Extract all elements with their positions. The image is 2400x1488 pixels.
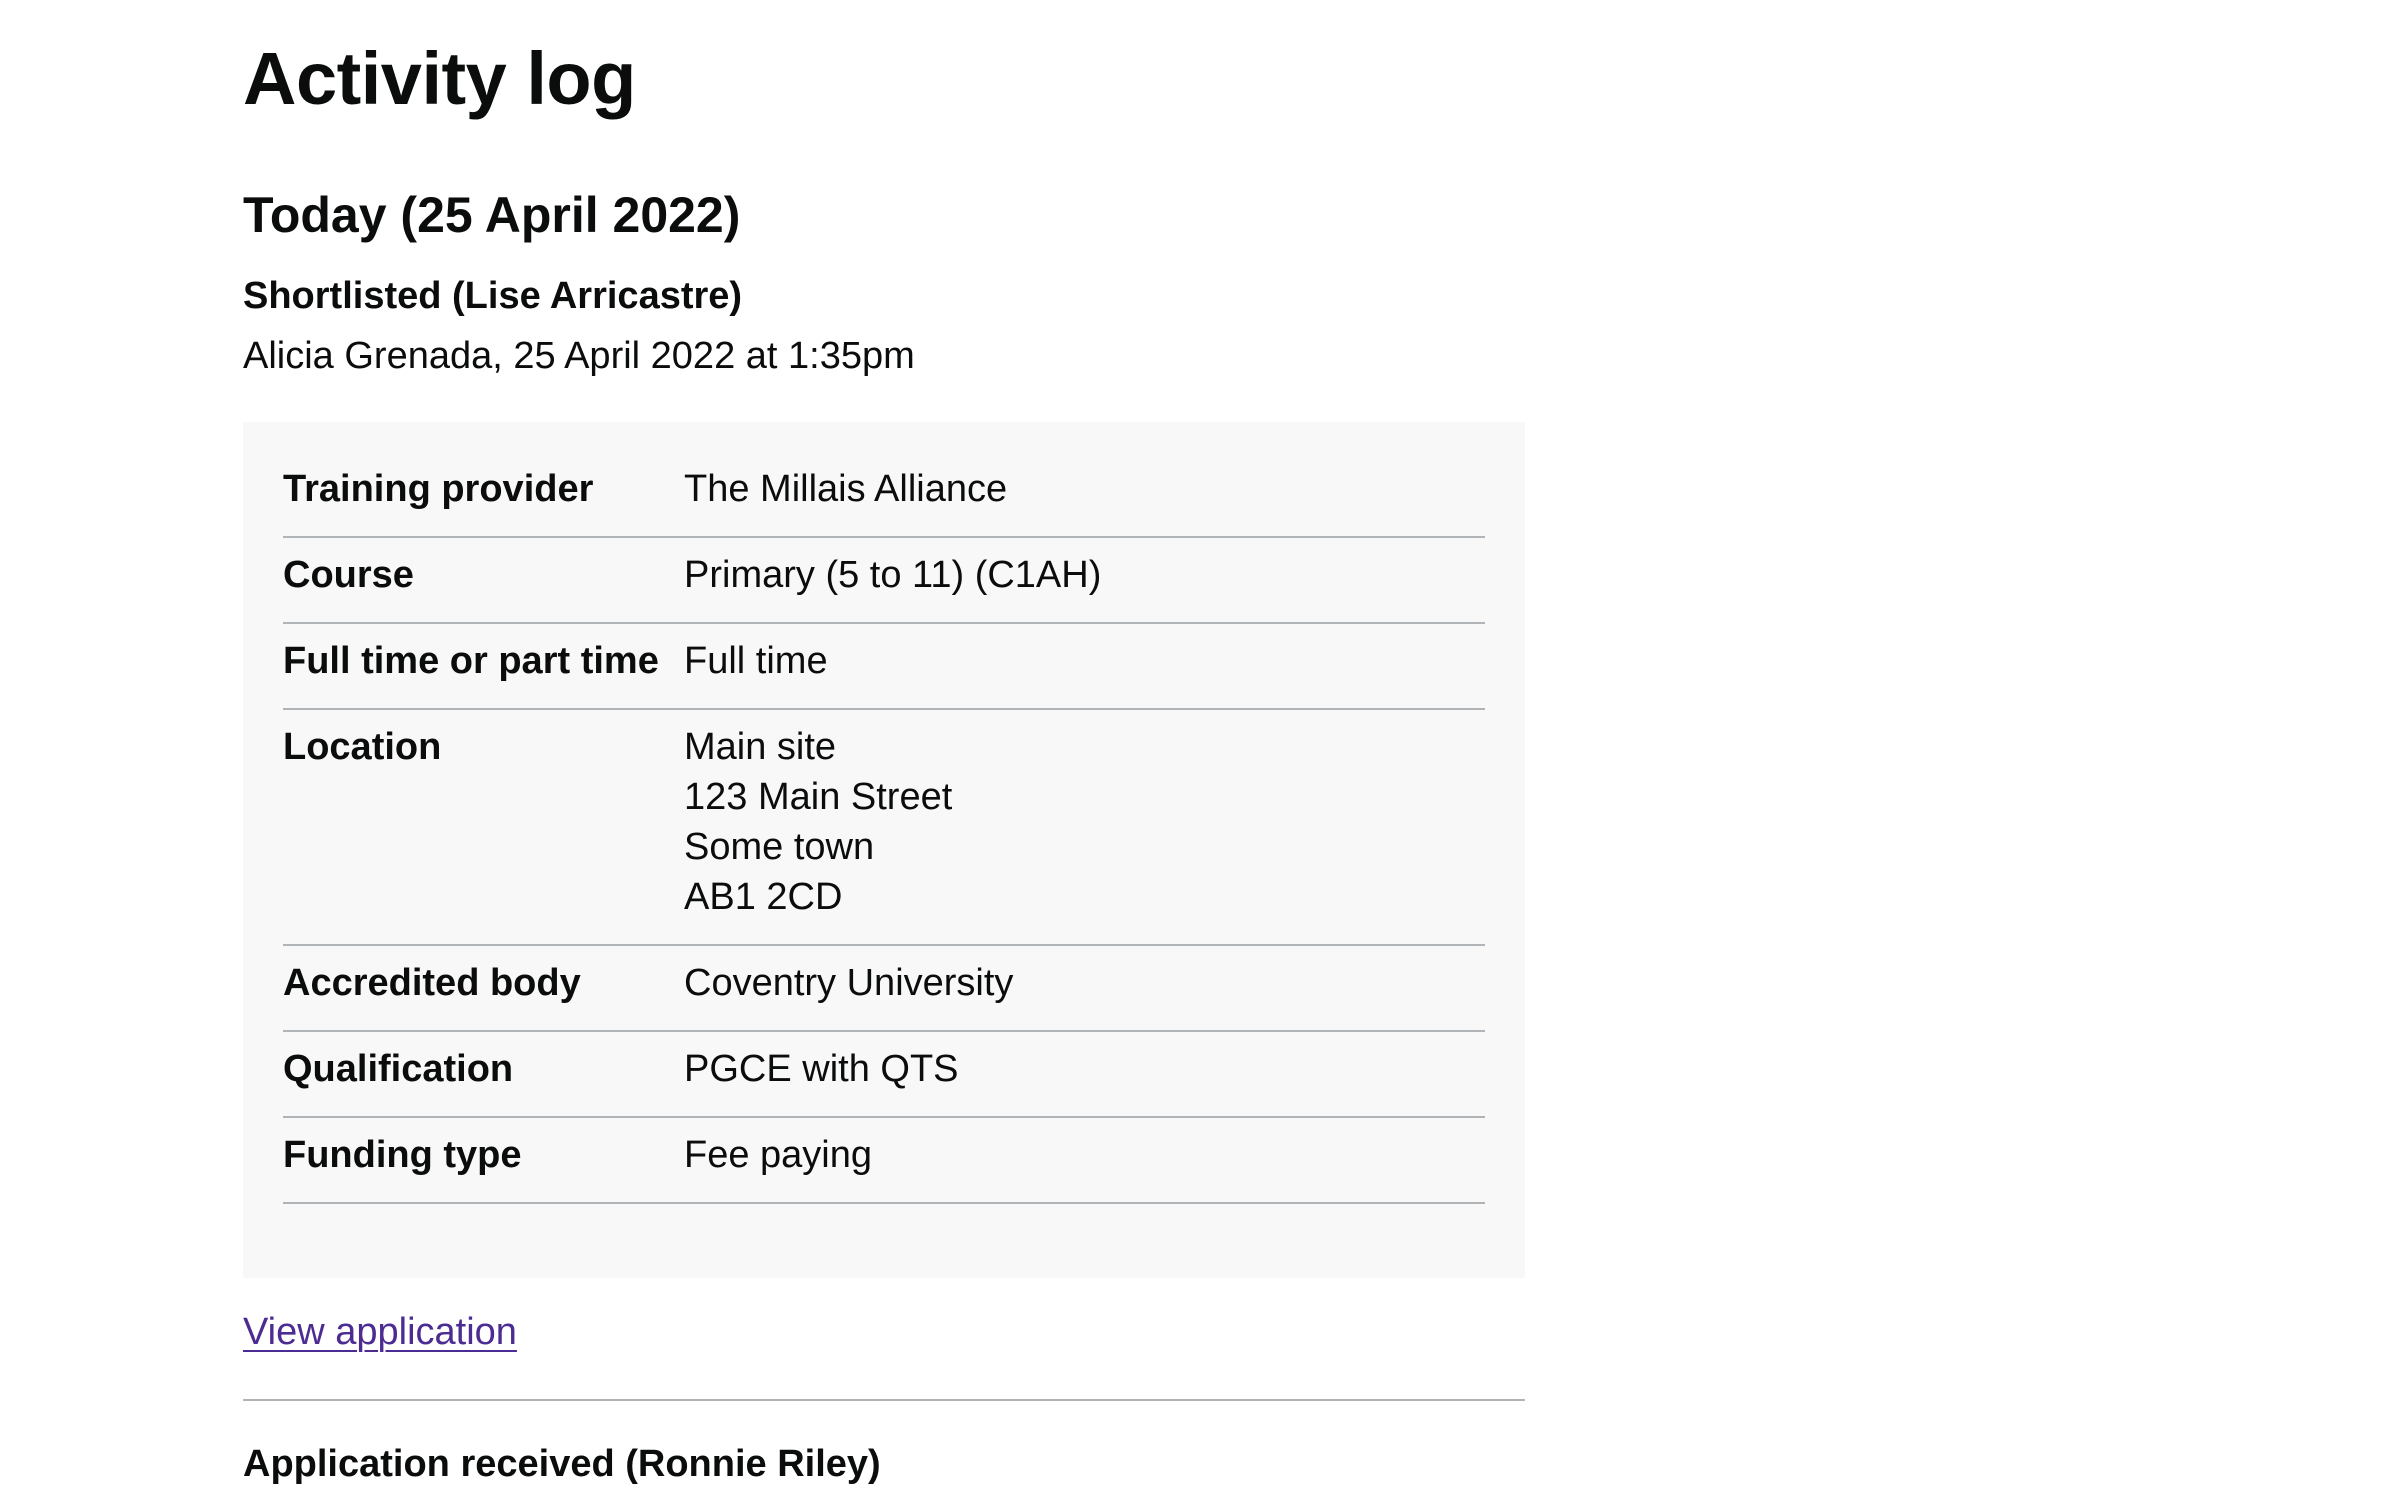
address-line: AB1 2CD — [684, 876, 843, 918]
summary-key: Qualification — [283, 1048, 514, 1090]
summary-row-training-provider: Training provider The Millais Alliance — [283, 464, 1485, 538]
summary-row-funding-type: Funding type Fee paying — [283, 1118, 1485, 1204]
summary-row-accredited-body: Accredited body Coventry University — [283, 946, 1485, 1032]
summary-row-study-mode: Full time or part time Full time — [283, 624, 1485, 710]
summary-value: Primary (5 to 11) (C1AH) — [684, 554, 1102, 596]
event-title: Application received (Ronnie Riley) — [243, 1443, 881, 1485]
page: Activity log Today (25 April 2022) Short… — [0, 0, 2400, 1488]
address-line: 123 Main Street — [684, 776, 953, 818]
event-title: Shortlisted (Lise Arricastre) — [243, 275, 743, 317]
event-divider — [243, 1399, 1525, 1401]
event-summary-panel: Training provider The Millais Alliance C… — [243, 422, 1525, 1278]
summary-list: Training provider The Millais Alliance C… — [283, 464, 1485, 1204]
summary-row-course: Course Primary (5 to 11) (C1AH) — [283, 538, 1485, 624]
summary-value: Full time — [684, 640, 828, 682]
event-meta: Alicia Grenada, 25 April 2022 at 1:35pm — [243, 335, 915, 377]
location-address: Main site 123 Main Street Some town AB1 … — [684, 722, 1485, 922]
summary-key: Accredited body — [283, 962, 581, 1004]
summary-key: Course — [283, 554, 414, 596]
summary-row-qualification: Qualification PGCE with QTS — [283, 1032, 1485, 1118]
page-title: Activity log — [243, 37, 636, 120]
summary-key: Training provider — [283, 468, 594, 510]
summary-value: PGCE with QTS — [684, 1048, 959, 1090]
summary-key: Funding type — [283, 1134, 522, 1176]
view-application-link[interactable]: View application — [243, 1311, 517, 1354]
summary-value: Coventry University — [684, 962, 1014, 1004]
address-line: Main site — [684, 726, 837, 768]
summary-row-location: Location Main site 123 Main Street Some … — [283, 710, 1485, 946]
address-line: Some town — [684, 826, 875, 868]
summary-value: The Millais Alliance — [684, 468, 1008, 510]
summary-key: Full time or part time — [283, 640, 659, 682]
summary-key: Location — [283, 726, 442, 768]
date-section-heading: Today (25 April 2022) — [243, 187, 741, 243]
summary-value: Fee paying — [684, 1134, 873, 1176]
